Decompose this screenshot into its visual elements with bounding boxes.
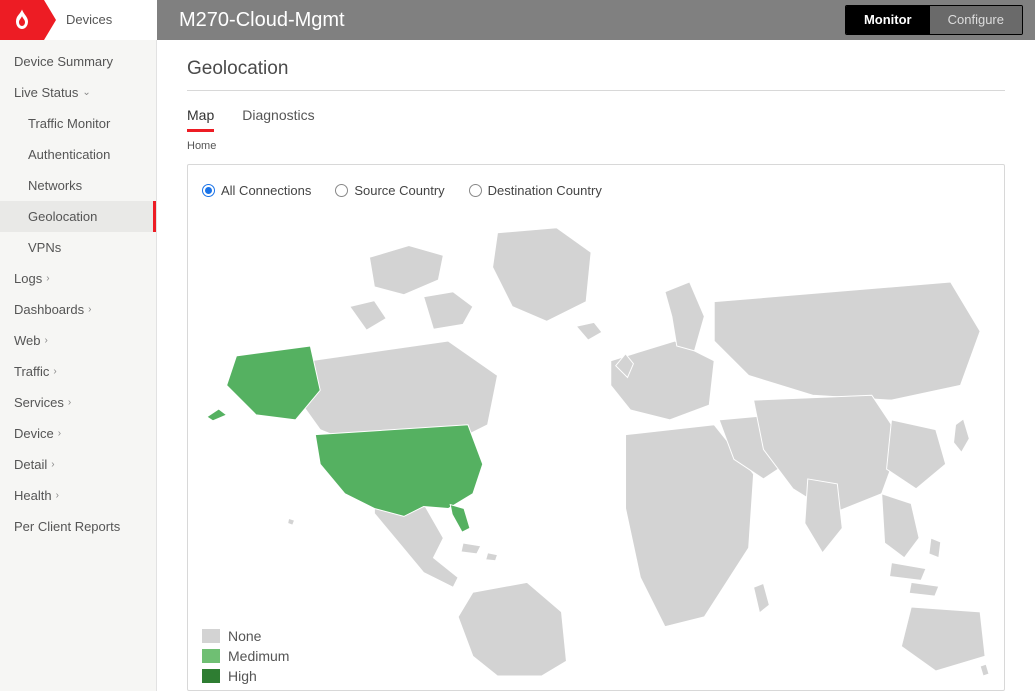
monitor-button[interactable]: Monitor — [846, 6, 930, 34]
legend-label: None — [228, 626, 261, 646]
radio-icon — [202, 184, 215, 197]
legend-swatch-high — [202, 669, 220, 683]
chevron-right-icon: › — [45, 335, 48, 346]
sidebar-label: Logs — [14, 271, 42, 286]
chevron-down-icon: ⌄ — [82, 87, 90, 98]
legend-medium: Medimum — [202, 646, 289, 666]
sidebar-item-logs[interactable]: Logs › — [0, 263, 156, 294]
chevron-right-icon: › — [53, 366, 56, 377]
filter-source-country[interactable]: Source Country — [335, 183, 444, 198]
page-title: Geolocation — [187, 58, 1005, 91]
sidebar-item-geolocation[interactable]: Geolocation — [0, 201, 156, 232]
radio-icon — [469, 184, 482, 197]
legend-high: High — [202, 666, 289, 686]
chevron-right-icon: › — [58, 428, 61, 439]
chevron-right-icon: › — [56, 490, 59, 501]
chevron-right-icon: › — [51, 459, 54, 470]
radio-icon — [335, 184, 348, 197]
sidebar-item-health[interactable]: Health › — [0, 480, 156, 511]
sidebar-label: Web — [14, 333, 41, 348]
logo-block: Devices — [0, 0, 157, 40]
chevron-right-icon: › — [46, 273, 49, 284]
legend-label: Medimum — [228, 646, 289, 666]
sidebar-item-device[interactable]: Device › — [0, 418, 156, 449]
section-label[interactable]: Devices — [44, 0, 157, 40]
sidebar-label: Services — [14, 395, 64, 410]
filter-label: Source Country — [354, 183, 444, 198]
sidebar-item-traffic[interactable]: Traffic › — [0, 356, 156, 387]
main-content: Geolocation Map Diagnostics Home All Con… — [157, 40, 1035, 691]
legend-swatch-none — [202, 629, 220, 643]
filter-all-connections[interactable]: All Connections — [202, 183, 311, 198]
legend-none: None — [202, 626, 289, 646]
map-panel: All Connections Source Country Destinati… — [187, 164, 1005, 691]
filter-label: All Connections — [221, 183, 311, 198]
sidebar: Device Summary Live Status ⌄ Traffic Moni… — [0, 40, 157, 691]
sidebar-label: Health — [14, 488, 52, 503]
device-title: M270-Cloud-Mgmt — [157, 9, 845, 32]
sidebar-item-dashboards[interactable]: Dashboards › — [0, 294, 156, 325]
tab-diagnostics[interactable]: Diagnostics — [242, 107, 314, 132]
flame-icon — [13, 9, 31, 31]
chevron-right-icon: › — [88, 304, 91, 315]
configure-button[interactable]: Configure — [930, 6, 1022, 34]
sidebar-item-authentication[interactable]: Authentication — [0, 139, 156, 170]
sidebar-label: Live Status — [14, 85, 78, 100]
filter-label: Destination Country — [488, 183, 602, 198]
sidebar-label: Detail — [14, 457, 47, 472]
map-legend: None Medimum High — [202, 626, 289, 686]
legend-swatch-medium — [202, 649, 220, 663]
sidebar-label: Traffic — [14, 364, 49, 379]
sidebar-item-networks[interactable]: Networks — [0, 170, 156, 201]
flame-arrow-icon — [44, 0, 56, 40]
filter-destination-country[interactable]: Destination Country — [469, 183, 602, 198]
sidebar-item-vpns[interactable]: VPNs — [0, 232, 156, 263]
brand-flame-tag[interactable] — [0, 0, 44, 40]
sidebar-item-live-status[interactable]: Live Status ⌄ — [0, 77, 156, 108]
sidebar-item-traffic-monitor[interactable]: Traffic Monitor — [0, 108, 156, 139]
sidebar-label: Device Summary — [14, 54, 113, 69]
chevron-right-icon: › — [68, 397, 71, 408]
header-toggle: Monitor Configure — [845, 5, 1023, 35]
legend-label: High — [228, 666, 257, 686]
sidebar-label: Device — [14, 426, 54, 441]
sidebar-item-device-summary[interactable]: Device Summary — [0, 46, 156, 77]
tab-bar: Map Diagnostics — [187, 107, 1005, 132]
sidebar-item-per-client-reports[interactable]: Per Client Reports — [0, 511, 156, 542]
sidebar-label: Dashboards — [14, 302, 84, 317]
world-map[interactable] — [202, 213, 990, 690]
breadcrumb[interactable]: Home — [187, 140, 1005, 152]
tab-map[interactable]: Map — [187, 107, 214, 132]
top-header: Devices M270-Cloud-Mgmt Monitor Configur… — [0, 0, 1035, 40]
sidebar-item-services[interactable]: Services › — [0, 387, 156, 418]
connection-filter-row: All Connections Source Country Destinati… — [202, 183, 990, 198]
sidebar-label: Per Client Reports — [14, 519, 120, 534]
sidebar-item-web[interactable]: Web › — [0, 325, 156, 356]
sidebar-item-detail[interactable]: Detail › — [0, 449, 156, 480]
